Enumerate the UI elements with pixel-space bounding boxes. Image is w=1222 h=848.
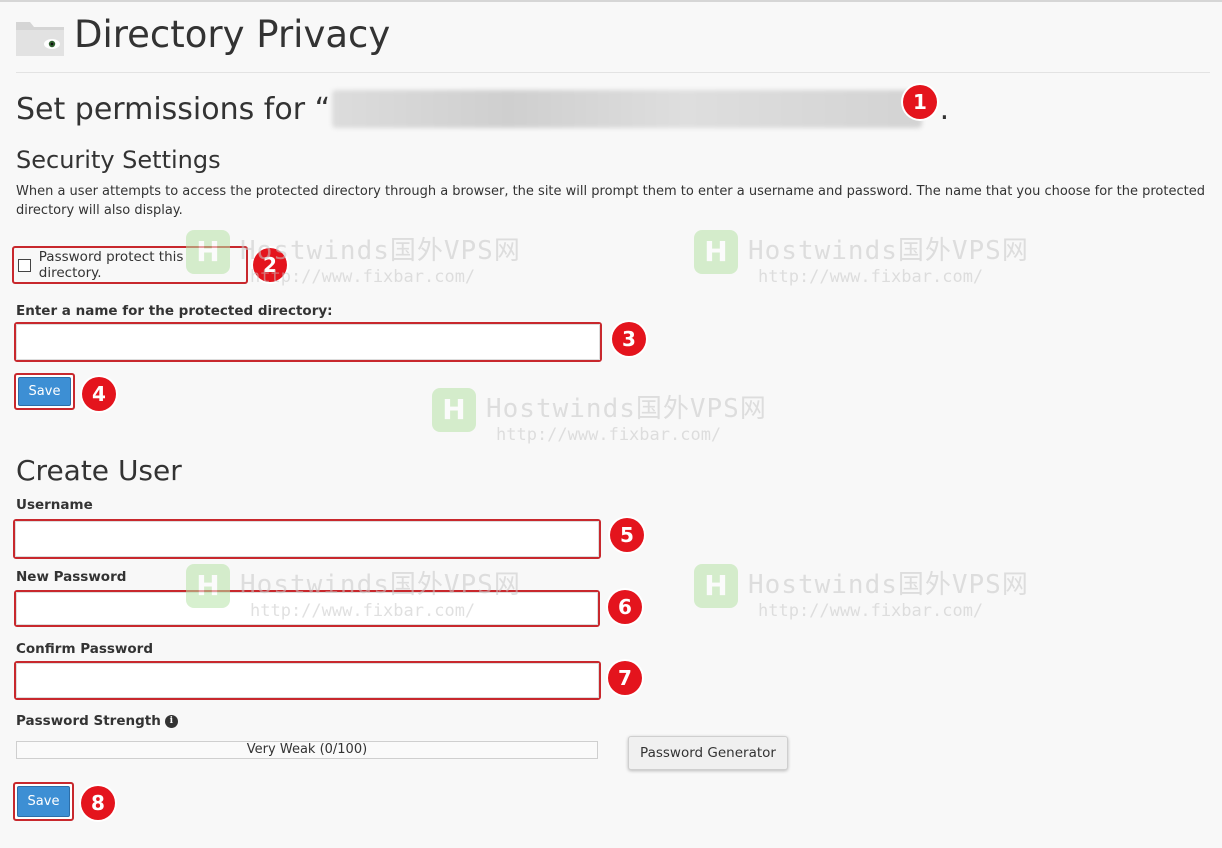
create-user-save-button[interactable]: Save: [17, 786, 70, 817]
security-description: When a user attempts to access the prote…: [16, 184, 1205, 218]
password-protect-checkbox[interactable]: [18, 258, 31, 272]
create-user-heading: Create User: [16, 454, 182, 487]
annotation-badge-1: 1: [903, 85, 937, 119]
password-strength-label-row: Password Strength i: [16, 713, 178, 729]
confirm-password-input[interactable]: [16, 663, 599, 698]
directory-name-wrapper: [14, 322, 602, 362]
directory-name-label: Enter a name for the protected directory…: [16, 303, 333, 319]
watermark: H Hostwinds国外VPS网 http://www.fixbar.com/: [694, 230, 1029, 287]
password-protect-option[interactable]: Password protect this directory.: [12, 246, 248, 284]
username-label: Username: [16, 497, 93, 513]
permissions-heading: Set permissions for “ ”.: [16, 90, 949, 128]
username-wrapper: [13, 519, 601, 559]
watermark-logo-icon: H: [694, 564, 738, 608]
redacted-path: [332, 90, 923, 128]
new-password-label: New Password: [16, 569, 127, 585]
password-generator-button[interactable]: Password Generator: [628, 736, 788, 770]
password-strength-label: Password Strength: [16, 713, 161, 729]
header-divider: [16, 72, 1210, 73]
watermark-logo-icon: H: [694, 230, 738, 274]
folder-eye-icon: [16, 18, 64, 56]
new-password-wrapper: [14, 590, 600, 627]
password-strength-meter: Very Weak (0/100): [16, 741, 598, 759]
password-protect-label: Password protect this directory.: [38, 249, 184, 281]
watermark: H Hostwinds国外VPS网 http://www.fixbar.com/: [432, 388, 767, 445]
confirm-password-label: Confirm Password: [16, 641, 154, 657]
security-save-button[interactable]: Save: [18, 377, 71, 406]
watermark: H Hostwinds国外VPS网 http://www.fixbar.com/: [694, 564, 1029, 621]
annotation-badge-6: 6: [608, 590, 642, 624]
annotation-badge-8: 8: [81, 786, 115, 820]
confirm-password-wrapper: [14, 661, 601, 700]
page-title: Directory Privacy: [74, 13, 391, 56]
annotation-badge-3: 3: [612, 322, 646, 356]
security-settings-heading: Security Settings: [16, 146, 221, 174]
annotation-badge-2: 2: [253, 248, 287, 282]
annotation-badge-4: 4: [82, 377, 116, 411]
security-save-wrapper: Save: [14, 373, 75, 410]
directory-name-input[interactable]: [16, 324, 600, 360]
permissions-prefix: Set permissions for “: [16, 91, 331, 127]
annotation-badge-7: 7: [608, 661, 642, 695]
new-password-input[interactable]: [16, 592, 598, 625]
username-input[interactable]: [15, 521, 599, 557]
watermark-logo-icon: H: [432, 388, 476, 432]
info-icon[interactable]: i: [164, 714, 178, 728]
annotation-badge-5: 5: [610, 518, 644, 552]
create-user-save-wrapper: Save: [13, 782, 74, 821]
